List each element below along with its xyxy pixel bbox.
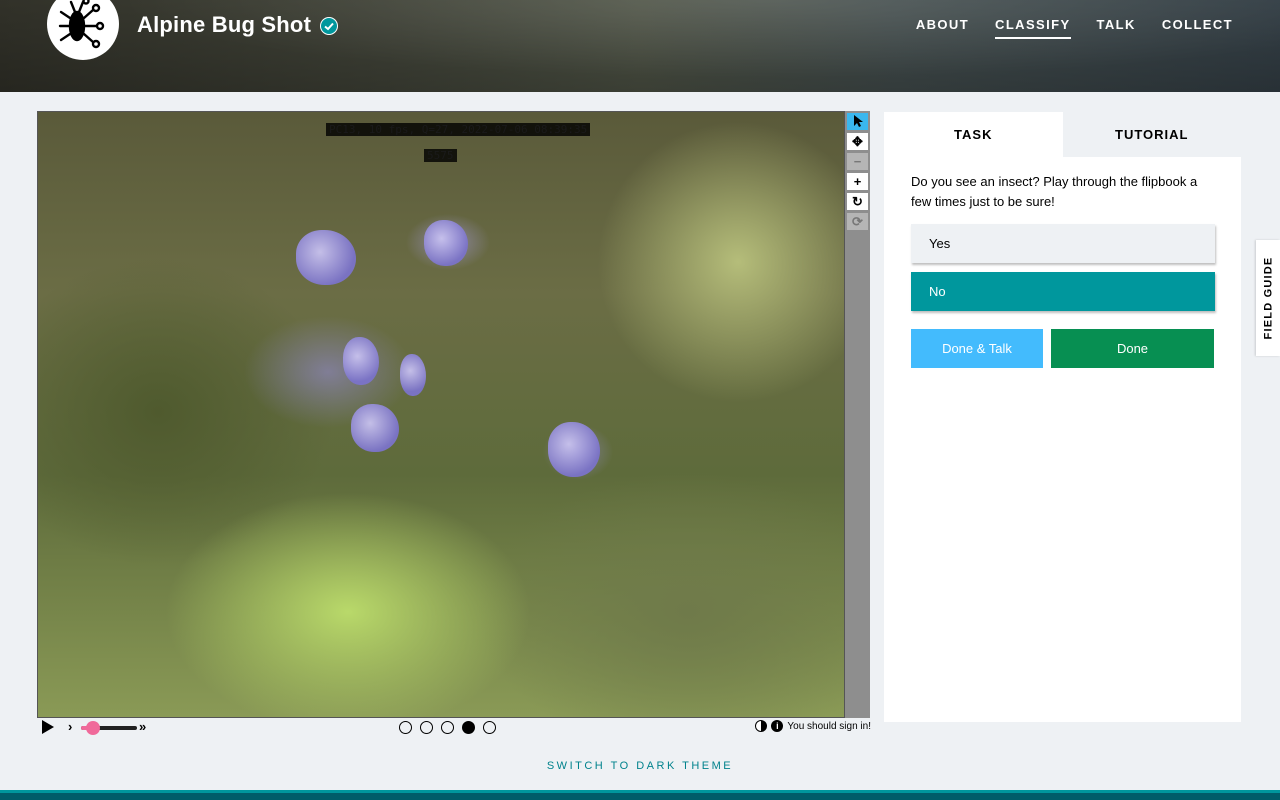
nav-collect[interactable]: COLLECT bbox=[1162, 17, 1233, 39]
frame-dots bbox=[399, 721, 496, 734]
frame-number-overlay: 5575 bbox=[424, 149, 457, 162]
move-icon[interactable]: ✥ bbox=[847, 133, 868, 150]
frame-dot-1[interactable] bbox=[399, 721, 412, 734]
bellflower bbox=[400, 354, 426, 396]
bellflower bbox=[296, 230, 356, 285]
bellflower bbox=[548, 422, 600, 477]
task-question: Do you see an insect? Play through the f… bbox=[911, 174, 1198, 209]
speed-up-icon[interactable]: » bbox=[139, 719, 146, 734]
timestamp-overlay: PC13, 10 fps, Q=27, 2022-07-06 08:39:35 bbox=[326, 123, 591, 136]
footer-bar bbox=[0, 790, 1280, 800]
bellflower bbox=[351, 404, 399, 452]
field-guide-label: FIELD GUIDE bbox=[1262, 256, 1274, 340]
frame-dot-5[interactable] bbox=[483, 721, 496, 734]
task-panel: TASK TUTORIAL Do you see an insect? Play… bbox=[884, 112, 1241, 722]
frame-dot-4[interactable] bbox=[462, 721, 475, 734]
done-and-talk-button[interactable]: Done & Talk bbox=[911, 329, 1043, 368]
pointer-icon[interactable] bbox=[847, 113, 868, 130]
tab-task[interactable]: TASK bbox=[884, 112, 1063, 157]
bellflower bbox=[424, 220, 468, 266]
answer-no-button[interactable]: No bbox=[911, 272, 1215, 311]
invert-colors-icon[interactable] bbox=[755, 720, 768, 732]
rotate-icon[interactable]: ↻ bbox=[847, 193, 868, 210]
info-icon[interactable]: i bbox=[771, 720, 784, 732]
field-guide-tab[interactable]: FIELD GUIDE bbox=[1256, 240, 1280, 356]
subject-image[interactable] bbox=[37, 111, 845, 718]
done-button[interactable]: Done bbox=[1051, 329, 1214, 368]
sign-in-notice: You should sign in! bbox=[787, 720, 871, 732]
project-header: Alpine Bug Shot ABOUT CLASSIFY TALK COLL… bbox=[0, 0, 1280, 92]
speed-slider-thumb[interactable] bbox=[86, 721, 100, 735]
answer-yes-button[interactable]: Yes bbox=[911, 224, 1215, 263]
reset-icon[interactable]: ⟳ bbox=[847, 213, 868, 230]
play-icon[interactable] bbox=[42, 720, 54, 734]
zoom-out-icon[interactable]: − bbox=[847, 153, 868, 170]
nav-classify[interactable]: CLASSIFY bbox=[995, 17, 1071, 39]
frame-dot-2[interactable] bbox=[420, 721, 433, 734]
bellflower bbox=[343, 337, 379, 385]
project-nav: ABOUT CLASSIFY TALK COLLECT bbox=[916, 17, 1233, 39]
tab-tutorial[interactable]: TUTORIAL bbox=[1062, 112, 1241, 157]
flipbook-controls: › » i You should sign in! bbox=[37, 718, 871, 738]
camera-trap-photo bbox=[38, 112, 844, 717]
nav-about[interactable]: ABOUT bbox=[916, 17, 969, 39]
verified-badge-icon bbox=[320, 17, 338, 35]
viewer-meta: i You should sign in! bbox=[755, 720, 871, 732]
speed-down-icon[interactable]: › bbox=[68, 719, 72, 734]
task-tabs: TASK TUTORIAL bbox=[884, 112, 1241, 157]
bug-circuit-icon bbox=[58, 0, 105, 49]
switch-theme-link[interactable]: SWITCH TO DARK THEME bbox=[0, 760, 1280, 772]
project-title[interactable]: Alpine Bug Shot bbox=[137, 12, 311, 38]
nav-talk[interactable]: TALK bbox=[1097, 17, 1136, 39]
zoom-in-icon[interactable]: + bbox=[847, 173, 868, 190]
frame-dot-3[interactable] bbox=[441, 721, 454, 734]
image-toolbar: ✥ − + ↻ ⟳ bbox=[845, 111, 870, 718]
project-logo[interactable] bbox=[47, 0, 119, 60]
